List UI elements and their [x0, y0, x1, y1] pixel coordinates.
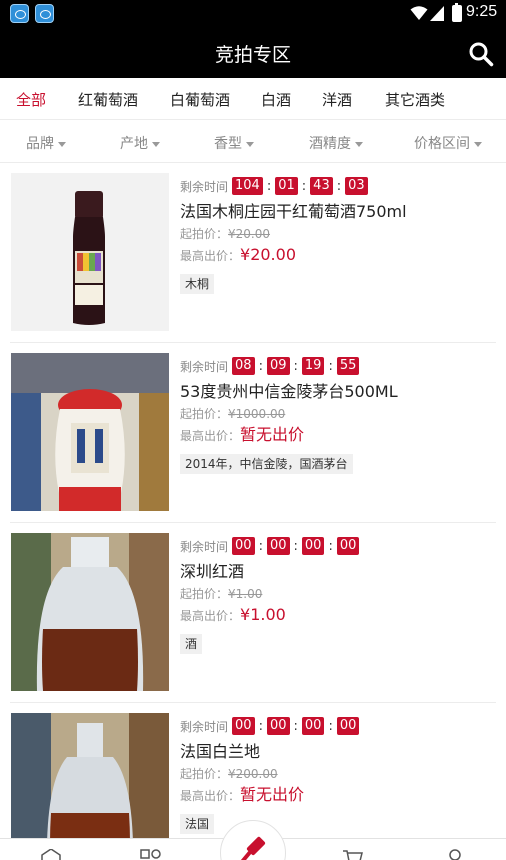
remaining-label: 剩余时间 — [180, 359, 229, 374]
item-info: 剩余时间 00: 00: 00: 00 深圳红酒 起拍价：¥1.00 最高出价：… — [180, 535, 498, 654]
countdown-seconds: 00 — [336, 537, 360, 555]
item-info: 剩余时间 08: 09: 19: 55 53度贵州中信金陵茅台500ML 起拍价… — [180, 355, 498, 474]
countdown-hours: 00 — [266, 537, 290, 555]
item-name[interactable]: 法国木桐庄园干红葡萄酒750ml — [180, 201, 498, 223]
app-notification-icon — [35, 4, 54, 23]
countdown-hours: 09 — [266, 357, 290, 375]
countdown-hours: 00 — [266, 717, 290, 735]
countdown-minutes: 19 — [301, 357, 325, 375]
item-tag: 2014年，中信金陵，国酒茅台 — [180, 454, 353, 474]
search-icon[interactable] — [468, 41, 494, 67]
product-image — [11, 173, 169, 331]
filter-alcohol[interactable]: 酒精度 — [309, 133, 363, 153]
home-icon[interactable] — [40, 849, 62, 860]
highest-bid: 最高出价：¥20.00 — [180, 245, 296, 264]
product-image — [11, 533, 169, 691]
chevron-down-icon — [152, 141, 160, 147]
user-icon[interactable] — [444, 849, 466, 860]
header: 竞拍专区 — [0, 28, 506, 78]
countdown-seconds: 03 — [345, 177, 368, 195]
status-bar: 9:25 — [0, 0, 506, 28]
countdown-seconds: 00 — [336, 717, 360, 735]
countdown-days: 00 — [232, 717, 255, 735]
filter-brand[interactable]: 品牌 — [26, 133, 66, 153]
product-image — [11, 353, 169, 511]
gavel-icon — [240, 836, 266, 860]
countdown-minutes: 00 — [301, 717, 325, 735]
auction-item[interactable]: 剩余时间 08: 09: 19: 55 53度贵州中信金陵茅台500ML 起拍价… — [0, 343, 506, 523]
highest-bid: 最高出价：¥1.00 — [180, 605, 286, 624]
chevron-down-icon — [246, 141, 254, 147]
countdown-seconds: 55 — [336, 357, 360, 375]
countdown-minutes: 00 — [301, 537, 325, 555]
countdown: 剩余时间 00: 00: 00: 00 — [180, 715, 498, 737]
auction-item[interactable]: 剩余时间 104: 01: 43: 03 法国木桐庄园干红葡萄酒750ml 起拍… — [0, 163, 506, 343]
item-tag: 木桐 — [180, 274, 215, 294]
signal-icon — [430, 6, 444, 21]
filter-label: 酒精度 — [309, 136, 351, 152]
start-price: 起拍价：¥1.00 — [180, 587, 263, 601]
start-price: 起拍价：¥200.00 — [180, 767, 278, 781]
chevron-down-icon — [58, 141, 66, 147]
category-tabs: 全部 红葡萄酒 白葡萄酒 白酒 洋酒 其它酒类 — [0, 78, 506, 120]
tab-all[interactable]: 全部 — [16, 89, 46, 110]
start-price: 起拍价：¥20.00 — [180, 227, 271, 241]
item-name[interactable]: 深圳红酒 — [180, 561, 498, 583]
filter-label: 价格区间 — [414, 136, 470, 152]
app-notification-icon — [10, 4, 29, 23]
remaining-label: 剩余时间 — [180, 179, 229, 194]
item-info: 剩余时间 104: 01: 43: 03 法国木桐庄园干红葡萄酒750ml 起拍… — [180, 175, 498, 294]
filter-aroma[interactable]: 香型 — [214, 133, 254, 153]
wifi-icon — [410, 6, 428, 20]
status-time: 9:25 — [466, 3, 498, 20]
tab-white-wine[interactable]: 白葡萄酒 — [170, 89, 230, 110]
countdown-hours: 01 — [275, 177, 298, 195]
countdown-minutes: 43 — [310, 177, 333, 195]
countdown-days: 00 — [232, 537, 255, 555]
item-name[interactable]: 法国白兰地 — [180, 741, 498, 763]
countdown: 剩余时间 104: 01: 43: 03 — [180, 175, 498, 197]
battery-icon — [452, 3, 462, 22]
filter-price-range[interactable]: 价格区间 — [414, 133, 482, 153]
remaining-label: 剩余时间 — [180, 539, 229, 554]
tab-red-wine[interactable]: 红葡萄酒 — [78, 89, 138, 110]
auction-item[interactable]: 剩余时间 00: 00: 00: 00 深圳红酒 起拍价：¥1.00 最高出价：… — [0, 523, 506, 703]
item-name[interactable]: 53度贵州中信金陵茅台500ML — [180, 381, 498, 403]
chevron-down-icon — [355, 141, 363, 147]
cart-icon[interactable] — [342, 849, 364, 860]
category-icon[interactable] — [140, 849, 162, 860]
highest-bid: 最高出价：暂无出价 — [180, 785, 305, 804]
item-tag: 法国 — [180, 814, 215, 834]
tab-baijiu[interactable]: 白酒 — [261, 89, 291, 110]
chevron-down-icon — [474, 141, 482, 147]
tab-other[interactable]: 其它酒类 — [385, 89, 445, 110]
page-title: 竞拍专区 — [214, 44, 291, 66]
countdown: 剩余时间 00: 00: 00: 00 — [180, 535, 498, 557]
tab-foreign-liquor[interactable]: 洋酒 — [322, 89, 352, 110]
filter-label: 产地 — [120, 136, 148, 152]
remaining-label: 剩余时间 — [180, 719, 229, 734]
filter-bar: 品牌 产地 香型 酒精度 价格区间 — [0, 121, 506, 163]
countdown: 剩余时间 08: 09: 19: 55 — [180, 355, 498, 377]
item-tag: 酒 — [180, 634, 203, 654]
filter-label: 香型 — [214, 136, 242, 152]
filter-origin[interactable]: 产地 — [120, 133, 160, 153]
start-price: 起拍价：¥1000.00 — [180, 407, 286, 421]
filter-label: 品牌 — [26, 136, 54, 152]
countdown-days: 08 — [232, 357, 255, 375]
highest-bid: 最高出价：暂无出价 — [180, 425, 305, 444]
item-info: 剩余时间 00: 00: 00: 00 法国白兰地 起拍价：¥200.00 最高… — [180, 715, 498, 834]
countdown-days: 104 — [232, 177, 263, 195]
